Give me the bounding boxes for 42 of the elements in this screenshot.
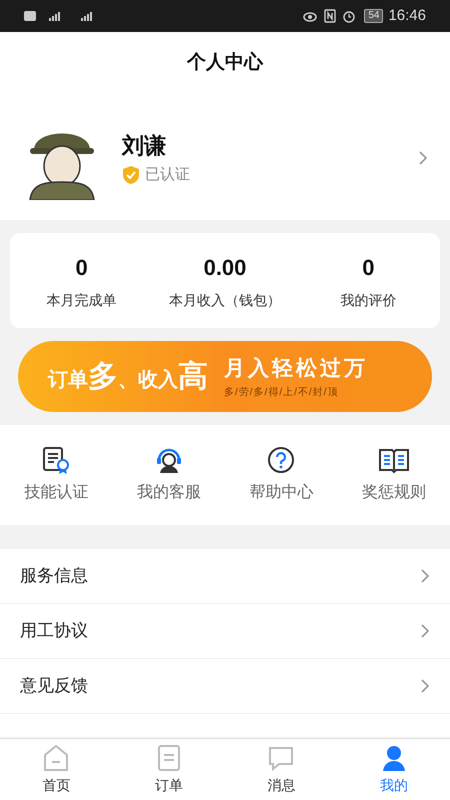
verified-label: 已认证	[145, 164, 190, 185]
home-icon	[43, 744, 70, 772]
banner-subline: 多/劳/多/得/上/不/封/顶	[224, 386, 340, 400]
chevron-right-icon	[418, 150, 428, 166]
tab-item[interactable]: 消息	[225, 744, 338, 796]
stat-value: 0	[76, 254, 88, 282]
person-icon	[380, 744, 407, 772]
stat-label: 我的评价	[340, 290, 396, 310]
eye-icon	[302, 10, 318, 22]
banner-headline: 多	[88, 360, 118, 394]
status-time: 16:46	[388, 6, 426, 26]
chevron-right-icon	[420, 678, 430, 694]
shortcut-button[interactable]: 技能认证	[0, 446, 112, 504]
shield-check-icon	[122, 165, 140, 185]
page-title: 个人中心	[187, 50, 263, 76]
tab-item[interactable]: 我的	[338, 744, 450, 796]
tab-item[interactable]: 订单	[112, 744, 225, 796]
banner-slogan: 月入轻松过万	[224, 356, 368, 382]
shortcut-button[interactable]: 奖惩规则	[338, 446, 450, 504]
chevron-right-icon	[420, 623, 430, 639]
shortcut-button[interactable]: 帮助中心	[225, 446, 338, 504]
help-icon	[267, 446, 296, 474]
menu-item[interactable]: 用工协议	[0, 604, 450, 659]
nfc-icon	[324, 9, 336, 23]
tab-item[interactable]: 首页	[0, 744, 112, 796]
stat-value: 0	[362, 254, 374, 282]
stat-value: 0.00	[204, 254, 246, 282]
certificate-icon	[42, 446, 70, 474]
banner-headline: 订单	[48, 368, 88, 392]
shortcut-button[interactable]: 我的客服	[112, 446, 225, 504]
stat-label: 本月完成单	[46, 290, 117, 310]
user-name: 刘谦	[122, 132, 167, 160]
battery-icon: 54	[364, 9, 384, 23]
banner-headline: 高	[178, 360, 208, 394]
signal-icon	[24, 9, 92, 23]
document-icon	[156, 744, 181, 772]
chevron-right-icon	[420, 568, 430, 584]
menu-item[interactable]: 意见反馈	[0, 659, 450, 714]
alarm-icon	[342, 9, 356, 23]
banner-headline: 、收入	[118, 368, 178, 392]
stat-label: 本月收入（钱包）	[168, 290, 281, 310]
menu-item[interactable]: 服务信息	[0, 549, 450, 604]
